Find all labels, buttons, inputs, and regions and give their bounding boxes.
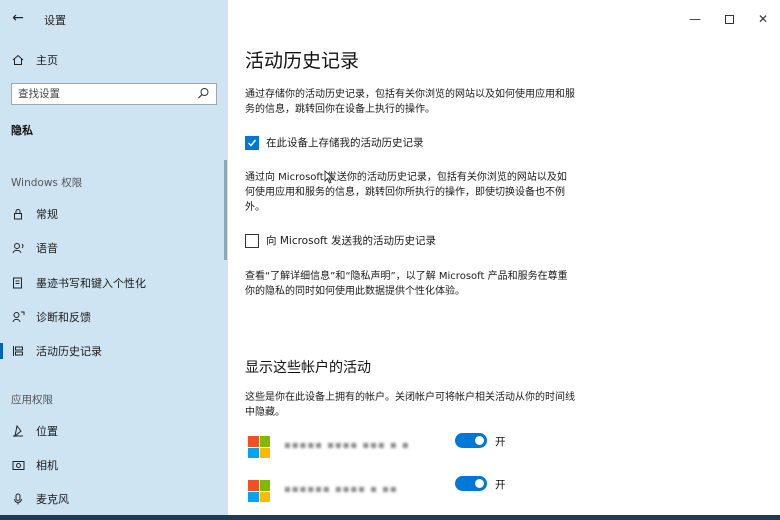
lock-icon (11, 207, 25, 221)
privacy-statement-text: 查看“了解详细信息”和“隐私声明”，以了解 Microsoft 产品和服务在尊重… (245, 271, 568, 297)
close-icon[interactable]: ✕ (746, 0, 780, 38)
taskbar-strip (0, 515, 780, 520)
sidebar-item-label: 位置 (36, 425, 58, 438)
sidebar-item-camera[interactable]: 相机 (0, 450, 226, 480)
sidebar-item-home[interactable]: 主页 (0, 45, 226, 75)
microsoft-logo-icon (248, 436, 270, 458)
sidebar-item-microphone[interactable]: 麦克风 (0, 484, 226, 514)
settings-window: ← 设置 主页 查找设置 隐私 Windows 权限 常规 语音 墨迹书写和键入… (0, 0, 780, 515)
microphone-icon (11, 492, 25, 506)
account-toggle[interactable] (455, 476, 487, 491)
send-history-description: 通过向 Microsoft 发送你的活动历史记录，包括有关你浏览的网站以及如何使… (245, 172, 567, 213)
speech-icon (11, 241, 25, 255)
accounts-section-title: 显示这些帐户的活动 (245, 360, 371, 376)
sidebar-item-label: 主页 (36, 54, 58, 67)
active-indicator (0, 343, 3, 359)
mouse-cursor-icon (324, 170, 334, 184)
maximize-icon[interactable] (712, 0, 746, 38)
sidebar: ← 设置 主页 查找设置 隐私 Windows 权限 常规 语音 墨迹书写和键入… (0, 0, 228, 515)
send-history-label: 向 Microsoft 发送我的活动历史记录 (266, 235, 436, 247)
sidebar-item-label: 相机 (36, 459, 58, 472)
toggle-knob (475, 436, 484, 445)
sidebar-item-general[interactable]: 常规 (0, 199, 226, 229)
search-icon[interactable] (197, 87, 210, 100)
activity-icon (11, 344, 25, 358)
main-content: — ✕ 活动历史记录 通过存储你的活动历史记录，包括有关你浏览的网站以及如何使用… (228, 0, 780, 515)
windows-permissions-label: Windows 权限 (11, 177, 83, 189)
titlebar-left: ← 设置 (0, 0, 228, 38)
account-name: ▪▪▪▪▪▪ ▪▪▪▪ ▪ ▪▪ (284, 484, 398, 495)
camera-icon (11, 458, 25, 472)
minimize-icon[interactable]: — (678, 0, 712, 38)
feedback-icon (11, 310, 25, 324)
home-icon (11, 53, 25, 67)
sidebar-item-location[interactable]: 位置 (0, 416, 226, 446)
sidebar-item-label: 麦克风 (36, 493, 69, 506)
sidebar-scrollbar[interactable] (224, 160, 227, 260)
store-history-label: 在此设备上存储我的活动历史记录 (266, 137, 424, 149)
app-title: 设置 (44, 14, 66, 27)
page-title: 活动历史记录 (245, 50, 360, 72)
sidebar-item-label: 活动历史记录 (36, 345, 102, 358)
window-controls: — ✕ (678, 0, 780, 38)
back-arrow-icon[interactable]: ← (8, 8, 28, 28)
pen-note-icon (11, 276, 25, 290)
account-toggle-label: 开 (495, 436, 506, 448)
app-permissions-label: 应用权限 (11, 394, 53, 406)
search-placeholder: 查找设置 (18, 88, 60, 100)
sidebar-item-speech[interactable]: 语音 (0, 233, 226, 263)
sidebar-item-label: 诊断和反馈 (36, 311, 91, 324)
intro-text: 通过存储你的活动历史记录，包括有关你浏览的网站以及如何使用应用和服务的信息，跳转… (245, 89, 575, 115)
sidebar-item-inking[interactable]: 墨迹书写和键入个性化 (0, 268, 226, 298)
store-history-checkbox[interactable] (245, 135, 259, 150)
location-icon (11, 424, 25, 438)
account-name: ▪▪▪▪▪ ▪▪▪▪ ▪▪▪ ▪ ▪ (284, 440, 410, 451)
account-toggle[interactable] (455, 433, 487, 448)
microsoft-logo-icon (248, 480, 270, 502)
send-history-checkbox-row[interactable]: 向 Microsoft 发送我的活动历史记录 (245, 233, 436, 248)
sidebar-item-diagnostics[interactable]: 诊断和反馈 (0, 302, 226, 332)
accounts-description: 这些是你在此设备上拥有的帐户。关闭帐户可将帐户相关活动从你的时间线中隐藏。 (245, 392, 575, 418)
toggle-knob (475, 479, 484, 488)
sidebar-item-label: 语音 (36, 242, 58, 255)
sidebar-item-label: 常规 (36, 208, 58, 221)
store-history-checkbox-row[interactable]: 在此设备上存储我的活动历史记录 (245, 135, 424, 150)
account-toggle-label: 开 (495, 479, 506, 491)
sidebar-item-activity-history[interactable]: 活动历史记录 (0, 336, 226, 366)
search-input[interactable]: 查找设置 (11, 83, 217, 105)
category-heading: 隐私 (11, 124, 33, 137)
send-history-checkbox[interactable] (245, 233, 259, 248)
sidebar-item-label: 墨迹书写和键入个性化 (36, 277, 146, 290)
